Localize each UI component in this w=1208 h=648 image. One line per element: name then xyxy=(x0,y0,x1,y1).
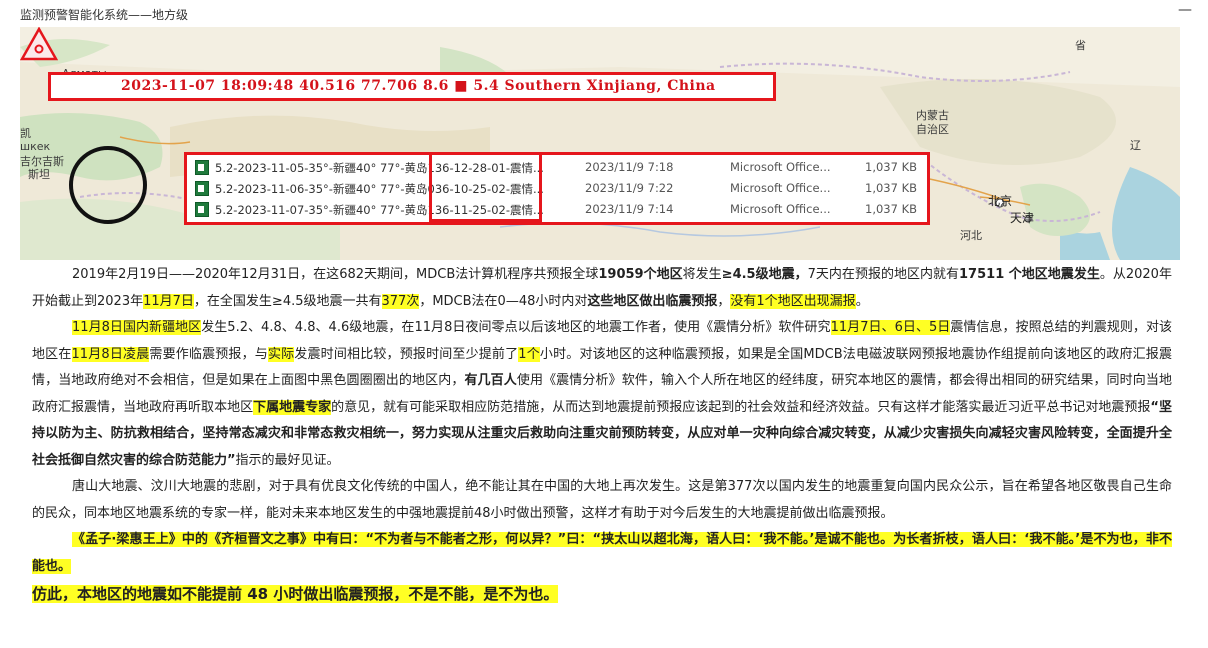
file-size: 1,037 KB xyxy=(865,202,918,216)
title-bar: 监测预警智能化系统——地方级 — xyxy=(0,0,1208,26)
map-label-beijing: 北京 xyxy=(988,194,1013,208)
text-run: ，MDCB法在0—48小时内对 xyxy=(419,293,588,309)
excel-file-icon xyxy=(195,202,209,217)
quake-info-text: 2023-11-07 18:09:48 40.516 77.706 8.6 ■ … xyxy=(121,78,716,94)
text-run: 2019年2月19日——2020年12月31日，在这682天期间，MDCB法计算… xyxy=(72,267,599,282)
map-background xyxy=(20,27,1180,260)
text-run: 。 xyxy=(855,293,869,309)
file-date: 2023/11/9 7:22 xyxy=(585,181,674,195)
file-row[interactable]: 5.2-2023-11-07-35°-新疆40° 77°-黄岛136-11-25… xyxy=(195,201,918,219)
paragraph-5: 仿此，本地区的地震如不能提前 48 小时做出临震预报，不是不能，是不为也。 xyxy=(32,580,1172,608)
region-circle xyxy=(69,146,147,224)
highlight: 377次 xyxy=(381,293,420,309)
map-label-tianjin: 天津 xyxy=(1010,211,1035,225)
earthquake-map: Алматы 凯 шкек 吉尔吉斯 斯坦 内蒙古 自治区 北京 天津 河北 省… xyxy=(20,27,1180,260)
highlight: 下属地震专家 xyxy=(253,399,332,415)
file-code-highlight xyxy=(429,152,542,222)
highlight: 《孟子·梁惠王上》中的《齐桓晋文之事》中有曰：“不为者与不能者之形，何以异？”曰… xyxy=(32,532,1172,574)
map-label-hebei: 河北 xyxy=(960,229,982,242)
paragraph-1: 2019年2月19日——2020年12月31日，在这682天期间，MDCB法计算… xyxy=(32,262,1172,315)
text-run: 19059个地区 xyxy=(598,267,683,282)
paragraph-2: 11月8日国内新疆地区发生5.2、4.8、4.8、4.6级地震，在11月8日夜间… xyxy=(32,315,1172,474)
excel-file-icon xyxy=(195,160,209,175)
text-run: 将发生 xyxy=(682,267,722,282)
text-run: ≥4.5级地震， xyxy=(721,267,808,282)
highlight: 11月7日、6日、5日 xyxy=(830,320,951,335)
text-run: 7天内在预报的地区内就有 xyxy=(807,267,960,282)
text-run: ， xyxy=(717,293,731,309)
text-run: 需要作临震预报，与 xyxy=(149,346,268,362)
highlight: 仿此，本地区的地震如不能提前 48 小时做出临震预报，不是不能，是不为也。 xyxy=(32,585,559,603)
file-size: 1,037 KB xyxy=(865,181,918,195)
file-type: Microsoft Office... xyxy=(730,181,831,195)
warning-triangle-icon xyxy=(20,27,58,61)
minimize-button[interactable]: — xyxy=(1178,2,1192,18)
window-title: 监测预警智能化系统——地方级 xyxy=(20,8,189,22)
highlight: 1个 xyxy=(518,346,540,362)
excel-file-icon xyxy=(195,181,209,196)
text-run: 这些地区做出临震预报 xyxy=(587,293,718,309)
text-run: 的意见，就有可能采取相应防范措施，从而达到地震提前预报应该起到的社会效益和经济效… xyxy=(331,399,1151,415)
highlight: 11月8日国内新疆地区 xyxy=(72,320,202,335)
map-label-kai: 凯 xyxy=(20,127,31,140)
highlight: 11月7日 xyxy=(143,293,194,309)
map-label-sheng: 省 xyxy=(1075,39,1086,52)
file-size: 1,037 KB xyxy=(865,160,918,174)
text-run: 17511 个地区地震发生 xyxy=(959,267,1100,282)
article-body: 2019年2月19日——2020年12月31日，在这682天期间，MDCB法计算… xyxy=(32,262,1172,608)
file-row[interactable]: 5.2-2023-11-05-35°-新疆40° 77°-黄岛136-12-28… xyxy=(195,159,918,177)
quake-info-box: 2023-11-07 18:09:48 40.516 77.706 8.6 ■ … xyxy=(48,72,776,101)
map-label-inner-mongolia-2: 自治区 xyxy=(916,123,949,136)
text-run: ，在全国发生≥4.5级地震一共有 xyxy=(193,293,382,309)
file-row[interactable]: 5.2-2023-11-06-35°-新疆40° 77°-黄岛036-10-25… xyxy=(195,180,918,198)
paragraph-4: 《孟子·梁惠王上》中的《齐桓晋文之事》中有曰：“不为者与不能者之形，何以异？”曰… xyxy=(32,527,1172,580)
text-run: 发震时间相比较，预报时间至少提前了 xyxy=(294,346,519,362)
map-label-shkek: шкек xyxy=(20,140,51,153)
file-list-panel: 5.2-2023-11-05-35°-新疆40° 77°-黄岛136-12-28… xyxy=(184,152,930,225)
file-date: 2023/11/9 7:18 xyxy=(585,160,674,174)
map-label-kyrgyz-2: 斯坦 xyxy=(28,168,50,181)
highlight: 实际 xyxy=(267,346,295,362)
text-run: 有几百人 xyxy=(464,373,517,388)
text-run: 指示的最好见证。 xyxy=(235,452,340,468)
map-label-liao: 辽 xyxy=(1130,139,1141,152)
highlight: 11月8日凌晨 xyxy=(71,346,150,362)
file-type: Microsoft Office... xyxy=(730,202,831,216)
paragraph-3: 唐山大地震、汶川大地震的悲剧，对于具有优良文化传统的中国人，绝不能让其在中国的大… xyxy=(32,479,1172,521)
file-date: 2023/11/9 7:14 xyxy=(585,202,674,216)
file-type: Microsoft Office... xyxy=(730,160,831,174)
text-run: 发生5.2、4.8、4.8、4.6级地震，在11月8日夜间零点以后该地区的地震工… xyxy=(201,320,831,335)
highlight: 没有1个地区出现漏报 xyxy=(730,293,856,309)
